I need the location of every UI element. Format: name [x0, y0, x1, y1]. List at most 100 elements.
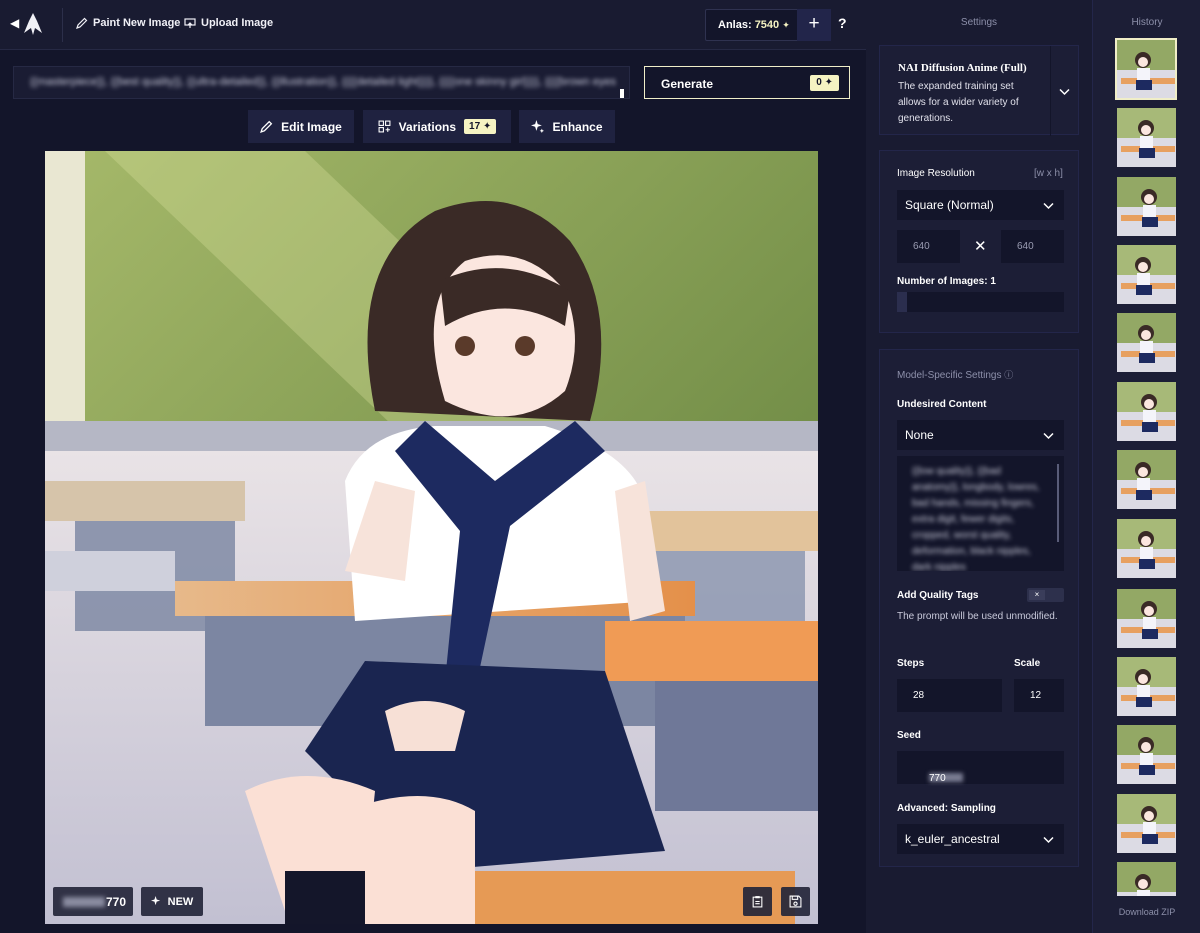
- history-title: History: [1131, 17, 1163, 28]
- anlas-balance: Anlas: 7540 ✦ +: [705, 9, 831, 41]
- undesired-content-textarea[interactable]: {{low quality}}, {{bad anatomy}}, longbo…: [897, 456, 1064, 571]
- history-thumbnail-image: [1117, 108, 1176, 167]
- history-thumbnail[interactable]: [1117, 245, 1176, 304]
- scale-label: Scale: [1014, 658, 1041, 669]
- width-input[interactable]: 640: [897, 230, 960, 263]
- edit-image-button[interactable]: Edit Image: [248, 110, 354, 143]
- variations-button[interactable]: Variations 17 ✦: [363, 110, 511, 143]
- model-selector[interactable]: NAI Diffusion Anime (Full) The expanded …: [879, 45, 1079, 136]
- undesired-preset-select[interactable]: None: [897, 420, 1064, 450]
- history-thumbnail[interactable]: [1117, 313, 1176, 372]
- save-icon: [789, 895, 802, 908]
- history-thumbnail[interactable]: [1117, 108, 1176, 167]
- paint-new-image-button[interactable]: Paint New Image: [76, 17, 180, 29]
- history-thumbnail[interactable]: [1117, 519, 1176, 578]
- history-thumbnail-image: [1117, 519, 1176, 578]
- anlas-display: Anlas: 7540 ✦: [718, 19, 790, 31]
- undesired-content-label: Undesired Content: [897, 399, 987, 410]
- scale-input[interactable]: 12: [1014, 679, 1064, 712]
- buy-anlas-button[interactable]: +: [797, 9, 831, 41]
- new-seed-button[interactable]: NEW: [141, 887, 203, 916]
- history-thumbnail[interactable]: [1117, 177, 1176, 236]
- chevron-down-icon[interactable]: [1059, 86, 1070, 97]
- history-thumbnail[interactable]: [1117, 794, 1176, 853]
- quality-tags-label: Add Quality Tags: [897, 590, 979, 601]
- resolution-label: Image Resolution: [897, 168, 975, 179]
- upload-icon: [184, 18, 196, 28]
- info-icon[interactable]: ⓘ: [1004, 370, 1013, 380]
- pencil-icon: [76, 17, 88, 29]
- model-divider: [1050, 46, 1051, 136]
- generated-image[interactable]: 770 NEW: [45, 151, 818, 924]
- sparkle-icon: [150, 896, 160, 906]
- chevron-down-icon: [1043, 836, 1054, 844]
- novelai-logo-icon[interactable]: [24, 13, 42, 35]
- upload-image-button[interactable]: Upload Image: [184, 17, 273, 29]
- model-name: NAI Diffusion Anime (Full): [898, 62, 1027, 74]
- history-thumbnail[interactable]: [1117, 589, 1176, 648]
- quality-tags-toggle[interactable]: ×: [1027, 588, 1064, 602]
- num-images-slider[interactable]: [897, 292, 1064, 312]
- history-thumbnail-image: [1117, 313, 1176, 372]
- download-zip-button[interactable]: Download ZIP: [1093, 907, 1200, 917]
- prompt-caret: [620, 89, 624, 98]
- history-panel: History Download ZIP: [1092, 0, 1200, 933]
- chevron-down-icon: [1043, 202, 1054, 210]
- pencil-icon: [260, 120, 273, 133]
- seed-input[interactable]: 770: [897, 751, 1064, 784]
- history-thumbnail-image: [1117, 862, 1176, 896]
- save-image-button[interactable]: [781, 887, 810, 916]
- history-thumbnail-image: [1117, 450, 1176, 509]
- help-button[interactable]: ?: [838, 15, 847, 31]
- variations-cost-badge: 17 ✦: [464, 119, 497, 134]
- model-specific-section: Model-Specific Settings ⓘ Undesired Cont…: [879, 349, 1079, 867]
- anlas-icon: ✦: [782, 20, 790, 30]
- steps-input[interactable]: 28: [897, 679, 1002, 712]
- toolbar-divider: [62, 8, 63, 42]
- seed-label: Seed: [897, 730, 921, 741]
- history-thumbnail-image: [1117, 177, 1176, 236]
- resolution-hint: [w x h]: [1034, 168, 1063, 179]
- top-bar: ◀ Paint New Image Upload Image Anlas: 75…: [0, 0, 866, 50]
- sampling-label: Advanced: Sampling: [897, 803, 996, 814]
- sampler-select[interactable]: k_euler_ancestral: [897, 824, 1064, 854]
- history-thumbnail-image: [1117, 794, 1176, 853]
- history-thumbnail[interactable]: [1115, 38, 1177, 100]
- history-thumbnail-image: [1117, 382, 1176, 441]
- image-seed-chip[interactable]: 770: [53, 887, 133, 916]
- history-thumbnail-image: [1117, 589, 1176, 648]
- history-thumbnail[interactable]: [1117, 862, 1176, 896]
- quality-tags-note: The prompt will be used unmodified.: [897, 611, 1058, 622]
- history-thumbnail[interactable]: [1117, 657, 1176, 716]
- model-specific-label: Model-Specific Settings ⓘ: [897, 370, 1014, 381]
- settings-panel: Settings NAI Diffusion Anime (Full) The …: [866, 0, 1092, 933]
- anlas-icon: ✦: [482, 121, 492, 132]
- history-thumbnail-image: [1117, 725, 1176, 784]
- history-thumbnail-image: [1117, 40, 1175, 98]
- back-arrow-icon[interactable]: ◀: [10, 16, 19, 30]
- generate-cost-badge: 0 ✦: [810, 75, 839, 91]
- times-icon: ✕: [974, 238, 987, 255]
- enhance-button[interactable]: Enhance: [519, 110, 615, 143]
- slider-handle[interactable]: [897, 292, 907, 312]
- resolution-section: Image Resolution [w x h] Square (Normal)…: [879, 150, 1079, 333]
- steps-label: Steps: [897, 658, 925, 669]
- history-thumbnail[interactable]: [1117, 725, 1176, 784]
- seed-redacted: [63, 897, 105, 907]
- prompt-input[interactable]: {{masterpiece}}, {{best quality}}, {{ult…: [13, 66, 630, 99]
- undesired-text: {{low quality}}, {{bad anatomy}}, longbo…: [912, 466, 1040, 571]
- anlas-icon: ✦: [824, 77, 833, 88]
- num-images-label: Number of Images: 1: [897, 276, 996, 287]
- textarea-scrollbar[interactable]: [1057, 464, 1059, 542]
- settings-title: Settings: [960, 17, 998, 28]
- anlas-value: 7540: [754, 19, 780, 31]
- toggle-knob: ×: [1029, 590, 1045, 600]
- resolution-preset-select[interactable]: Square (Normal): [897, 190, 1064, 220]
- generated-image-illustration: [45, 151, 818, 924]
- height-input[interactable]: 640: [1001, 230, 1064, 263]
- history-thumbnail[interactable]: [1117, 382, 1176, 441]
- prompt-text: {{masterpiece}}, {{best quality}}, {{ult…: [30, 76, 616, 88]
- copy-to-clipboard-button[interactable]: [743, 887, 772, 916]
- history-thumbnail[interactable]: [1117, 450, 1176, 509]
- generate-button[interactable]: Generate 0 ✦: [644, 66, 850, 99]
